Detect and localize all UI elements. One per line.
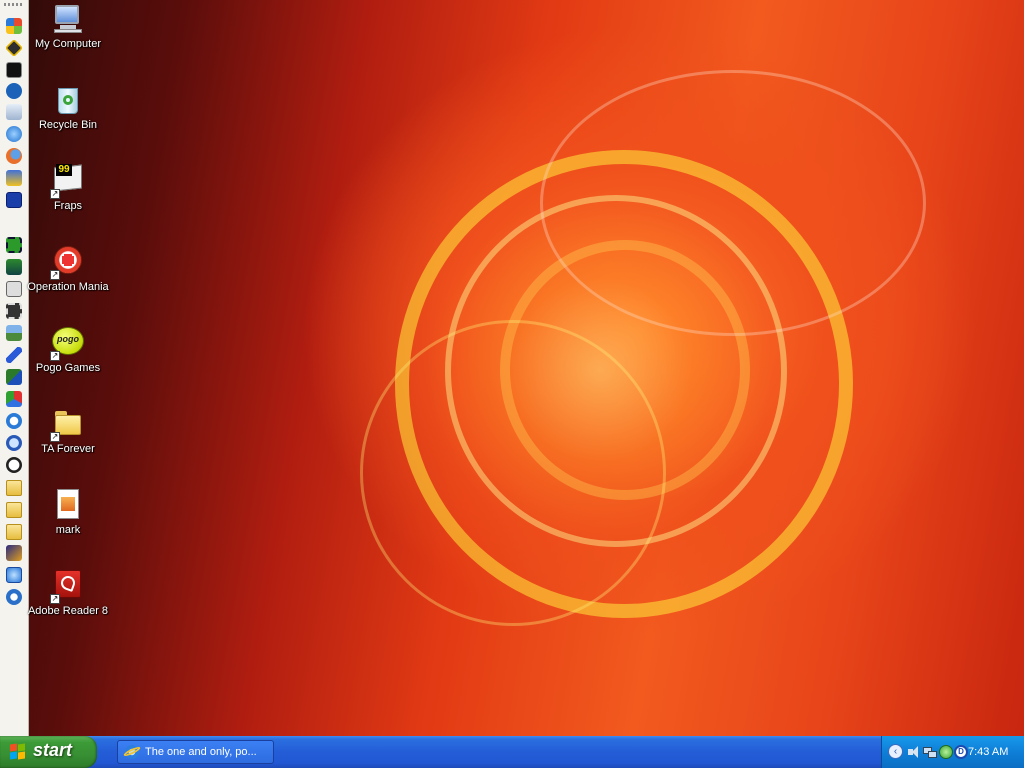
help-icon[interactable] [6, 435, 22, 451]
shortcut-arrow-icon: ↗ [50, 270, 60, 280]
desktop-icon-label: Fraps [53, 200, 83, 212]
film-icon[interactable] [6, 237, 22, 253]
desktop-icon-label: mark [55, 524, 81, 536]
music-icon[interactable] [6, 104, 22, 120]
folder-icon[interactable] [6, 524, 22, 540]
image-icon[interactable] [6, 369, 22, 385]
quick-launch-toolbar [0, 0, 29, 736]
shortcut-arrow-icon: ↗ [50, 351, 60, 361]
desktop-icon-operation-mania[interactable]: ↗ Operation Mania [27, 246, 109, 294]
desktop-icon-my-computer[interactable]: My Computer [27, 3, 109, 51]
ie-icon[interactable] [6, 126, 22, 142]
status-icon[interactable]: D [953, 744, 969, 760]
ie-icon [122, 744, 142, 760]
shortcut-arrow-icon: ↗ [50, 189, 60, 199]
film-strip-icon[interactable] [6, 303, 22, 319]
windows-logo-icon [10, 743, 26, 760]
folder-icon[interactable] [6, 502, 22, 518]
landscape-icon[interactable] [6, 325, 22, 341]
firefox-icon[interactable] [6, 148, 22, 164]
star-icon[interactable] [6, 545, 22, 561]
volume-icon[interactable] [906, 744, 922, 760]
paint-icon[interactable] [6, 170, 22, 186]
computer-icon [52, 3, 84, 35]
shapes-icon[interactable] [6, 391, 22, 407]
pogo-icon: pogo ↗ [50, 327, 84, 361]
search-icon[interactable] [6, 413, 22, 429]
system-tray: ‹ D 7:43 AM [881, 736, 1024, 768]
desktop-icon-fraps[interactable]: 99 ↗ Fraps [27, 164, 109, 213]
fraps-counter-text: 99 [56, 164, 72, 176]
desktop-icon-mark[interactable]: mark [27, 489, 109, 537]
desktop-icon-label: Operation Mania [27, 281, 109, 293]
recycle-bin-icon [52, 84, 84, 116]
taskbar: start The one and only, po... ‹ D 7:43 A… [0, 736, 1024, 768]
windows-update-icon[interactable] [6, 18, 22, 34]
panda-icon[interactable] [6, 457, 22, 473]
desktop-icon-label: Adobe Reader 8 [27, 605, 109, 617]
shortcut-arrow-icon: ↗ [50, 594, 60, 604]
network-icon[interactable] [922, 744, 938, 760]
desktop-icon-recycle-bin[interactable]: Recycle Bin [27, 84, 109, 132]
wallpaper-swirl [360, 320, 666, 626]
pen-icon[interactable] [6, 347, 22, 363]
desktop-icon-adobe-reader[interactable]: ↗ Adobe Reader 8 [27, 570, 109, 618]
clock[interactable]: 7:43 AM [968, 746, 1008, 758]
image-file-icon [52, 489, 84, 521]
desktop-wallpaper [0, 0, 1024, 736]
start-button[interactable]: start [0, 736, 97, 768]
pogo-logo-text: pogo [57, 334, 79, 344]
taskbar-button-label: The one and only, po... [145, 746, 257, 758]
app-icon[interactable] [6, 192, 22, 208]
fraps-icon: 99 ↗ [50, 164, 84, 199]
start-label: start [33, 740, 73, 760]
desktop-icon-ta-forever[interactable]: ↗ TA Forever [27, 408, 109, 456]
adobe-reader-icon: ↗ [50, 570, 84, 604]
ie-alt-icon[interactable] [6, 567, 22, 583]
hp-icon[interactable] [6, 83, 22, 99]
calculator-icon[interactable] [6, 281, 22, 297]
shortcut-arrow-icon: ↗ [50, 432, 60, 442]
operation-mania-icon: ↗ [50, 246, 84, 280]
show-hidden-icons-button[interactable]: ‹ [888, 744, 903, 759]
fraps-icon[interactable] [6, 62, 22, 78]
media-player-icon[interactable] [6, 589, 22, 605]
game-icon[interactable] [4, 38, 24, 58]
folder-icon: ↗ [50, 408, 84, 442]
desktop-icon-label: Recycle Bin [38, 119, 98, 131]
taskbar-button-browser[interactable]: The one and only, po... [117, 740, 274, 764]
toolbar-grip[interactable] [4, 3, 24, 6]
photo-icon[interactable] [6, 259, 22, 275]
folder-icon[interactable] [6, 480, 22, 496]
desktop-icon-pogo-games[interactable]: pogo ↗ Pogo Games [27, 327, 109, 375]
desktop-icon-label: Pogo Games [35, 362, 101, 374]
desktop-icon-label: TA Forever [41, 443, 95, 455]
desktop-icon-label: My Computer [34, 38, 102, 50]
wallpaper-swirl [540, 70, 926, 336]
security-icon[interactable] [938, 744, 954, 760]
